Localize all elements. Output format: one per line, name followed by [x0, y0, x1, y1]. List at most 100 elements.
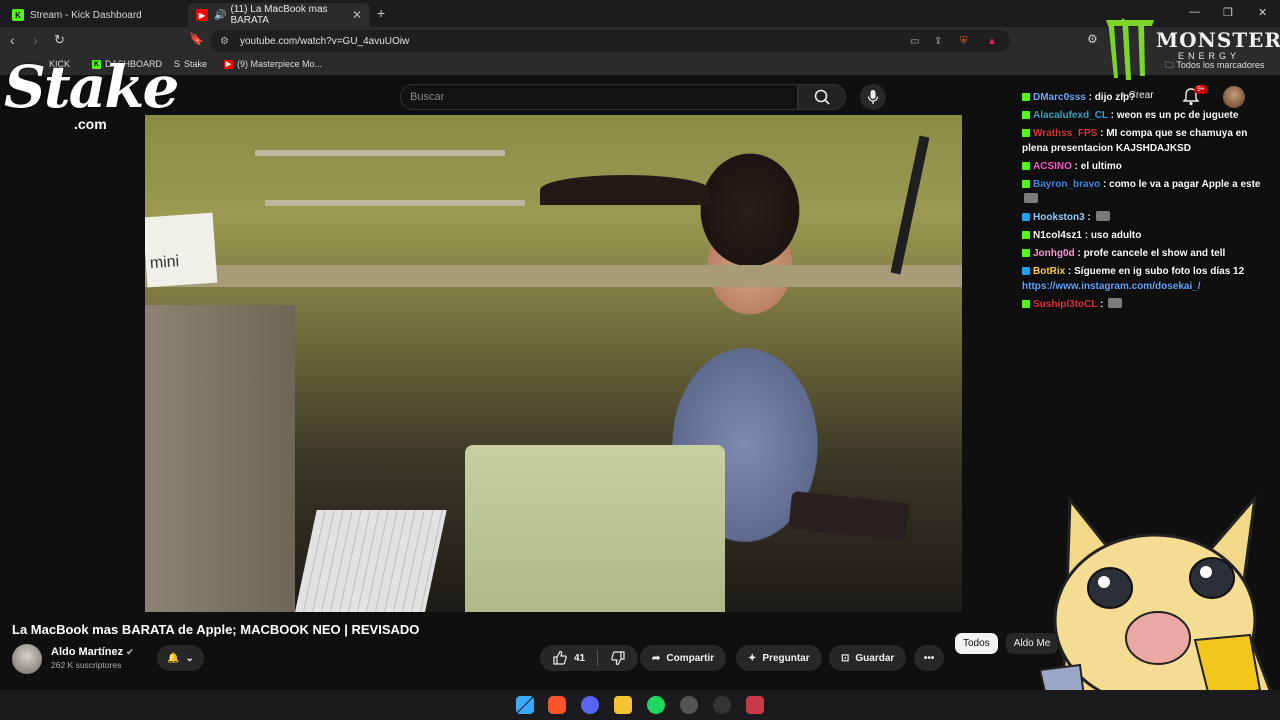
search-button[interactable] [798, 84, 846, 110]
ask-button[interactable]: ✦ Preguntar [736, 645, 822, 671]
stake-logo-text: Stake [4, 53, 179, 121]
chat-username[interactable]: Wrathss_FPS [1033, 128, 1097, 139]
chat-text: weon es un pc de juguete [1116, 110, 1239, 121]
url-text: youtube.com/watch?v=GU_4avuUOiw [240, 35, 410, 47]
new-tab-button[interactable]: + [377, 5, 385, 21]
emote-icon [1095, 211, 1110, 221]
monster-claw-icon [1106, 18, 1154, 80]
browser-tab-strip: K Stream - Kick Dashboard ▶ 🔊 (11) La Ma… [0, 0, 1280, 27]
cast-icon[interactable]: ▭ [910, 36, 919, 47]
valorant-icon[interactable] [746, 696, 764, 714]
spotify-icon[interactable] [647, 696, 665, 714]
site-info-icon[interactable]: ⚙ [220, 36, 229, 47]
ask-label: Preguntar [762, 652, 810, 664]
like-count: 41 [574, 652, 586, 664]
thumbs-up-icon [553, 650, 567, 665]
brave-rewards-icon[interactable]: ▲ [987, 36, 997, 47]
verified-icon: ✔ [126, 647, 134, 657]
chat-username[interactable]: Alacalufexd_CL [1033, 110, 1108, 121]
channel-avatar[interactable] [12, 644, 42, 674]
thumbs-down-icon[interactable] [610, 650, 626, 666]
browser-toolbar: ‹ › ↻ 🔖 ⚙ youtube.com/watch?v=GU_4avuUOi… [0, 27, 1280, 55]
chat-username[interactable]: DMarc0sss [1033, 92, 1086, 103]
emote-icon [1108, 298, 1123, 308]
chat-badge-icon [1022, 180, 1030, 188]
reload-icon[interactable]: ↻ [54, 32, 65, 48]
tab-youtube-video[interactable]: ▶ 🔊 (11) La MacBook mas BARATA ✕ [188, 3, 370, 27]
video-title: La MacBook mas BARATA de Apple; MACBOOK … [12, 622, 420, 637]
forward-icon[interactable]: › [33, 32, 38, 48]
bookmark-icon[interactable]: 🔖 [189, 32, 204, 46]
microphone-icon [867, 90, 879, 104]
chat-username[interactable]: Hookston3 [1033, 212, 1085, 223]
bookmark-label: Stake [184, 59, 208, 69]
cat-mascot-overlay [1040, 493, 1272, 720]
voice-search-button[interactable] [860, 84, 886, 110]
file-explorer-icon[interactable] [614, 696, 632, 714]
monster-word: MONSTER [1156, 28, 1280, 52]
chat-text: como le va a pagar Apple a este [1109, 179, 1261, 190]
bell-icon: 🔔 [167, 652, 180, 664]
chat-badge-icon [1022, 231, 1030, 239]
more-icon: ••• [923, 652, 935, 664]
chat-username[interactable]: Bayron_bravo [1033, 179, 1100, 190]
chat-message: BotRix : Sígueme en ig subo foto los día… [1022, 266, 1245, 292]
subscription-bell-button[interactable]: 🔔 ⌄ [157, 645, 204, 671]
discord-icon[interactable] [581, 696, 599, 714]
tab-kick-dashboard[interactable]: K Stream - Kick Dashboard [4, 3, 186, 27]
minimize-icon[interactable]: — [1189, 6, 1200, 18]
share-button[interactable]: ➦ Compartir [640, 645, 727, 671]
share-arrow-icon: ➦ [652, 652, 661, 664]
chat-message: DMarc0sss : dijo zip? [1022, 90, 1262, 105]
app-icon-2[interactable] [713, 696, 731, 714]
bookmark-stake[interactable]: S Stake [174, 59, 207, 69]
bookmark-icon: ⊡ [841, 652, 850, 664]
chat-username[interactable]: N1col4sz1 [1033, 230, 1082, 241]
save-label: Guardar [855, 652, 895, 664]
chat-badge-icon [1022, 213, 1030, 221]
youtube-icon: ▶ [196, 9, 208, 21]
chat-badge-icon [1022, 93, 1030, 101]
chip-todos[interactable]: Todos [955, 633, 998, 654]
chat-link[interactable]: https://www.instagram.com/dosekai_/ [1022, 281, 1201, 292]
extensions-icon[interactable]: ⚙ [1087, 32, 1098, 46]
more-actions-button[interactable]: ••• [914, 645, 944, 671]
chat-username[interactable]: BotRix [1033, 266, 1065, 277]
sparkle-icon: ✦ [748, 652, 757, 664]
chevron-down-icon: ⌄ [185, 652, 194, 664]
chat-username[interactable]: ACSINO [1033, 161, 1072, 172]
all-bookmarks-button[interactable]: 🗀 Todos los marcadores [1165, 58, 1264, 74]
stake-logo: Stake .com [4, 53, 179, 136]
save-button[interactable]: ⊡ Guardar [829, 645, 907, 671]
chat-message: Bayron_bravo : como le va a pagar Apple … [1022, 177, 1262, 207]
bookmark-label: (9) Masterpiece Mo... [237, 59, 323, 69]
tab-label: Stream - Kick Dashboard [30, 9, 142, 21]
chat-badge-icon [1022, 129, 1030, 137]
chat-username[interactable]: Sushipl3toCL [1033, 299, 1097, 310]
video-player[interactable]: mini [145, 115, 962, 612]
like-button[interactable]: 41 [540, 645, 639, 671]
back-icon[interactable]: ‹ [10, 32, 15, 48]
channel-name[interactable]: Aldo Martínez ✔ [51, 646, 134, 658]
chat-username[interactable]: Jonhg0d [1033, 248, 1075, 259]
app-icon[interactable] [680, 696, 698, 714]
share-icon[interactable]: ⇪ [934, 36, 942, 47]
chat-badge-icon [1022, 267, 1030, 275]
address-bar[interactable]: ⚙ youtube.com/watch?v=GU_4avuUOiw ▭ ⇪ ⛨ … [210, 30, 1010, 52]
youtube-icon: ▶ [224, 59, 233, 69]
search-input[interactable]: Buscar [400, 84, 798, 110]
subscriber-count: 262 K suscriptores [51, 660, 122, 670]
bookmark-masterpiece[interactable]: ▶ (9) Masterpiece Mo... [224, 59, 322, 69]
chat-message: Wrathss_FPS : MI compa que se chamuya en… [1022, 128, 1248, 154]
chat-badge-icon [1022, 111, 1030, 119]
windows-start-icon[interactable] [516, 696, 534, 714]
close-tab-icon[interactable]: ✕ [352, 8, 362, 22]
brave-shield-icon[interactable]: ⛨ [960, 36, 968, 47]
laptop [465, 445, 725, 612]
chat-text: el ultimo [1080, 161, 1122, 172]
tab-label: (11) La MacBook mas BARATA [230, 4, 328, 26]
channel-name-text: Aldo Martínez [51, 646, 124, 658]
chat-text: Sígueme en ig subo foto los días 12 [1074, 266, 1245, 277]
share-label: Compartir [666, 652, 715, 664]
brave-browser-icon[interactable] [548, 696, 566, 714]
